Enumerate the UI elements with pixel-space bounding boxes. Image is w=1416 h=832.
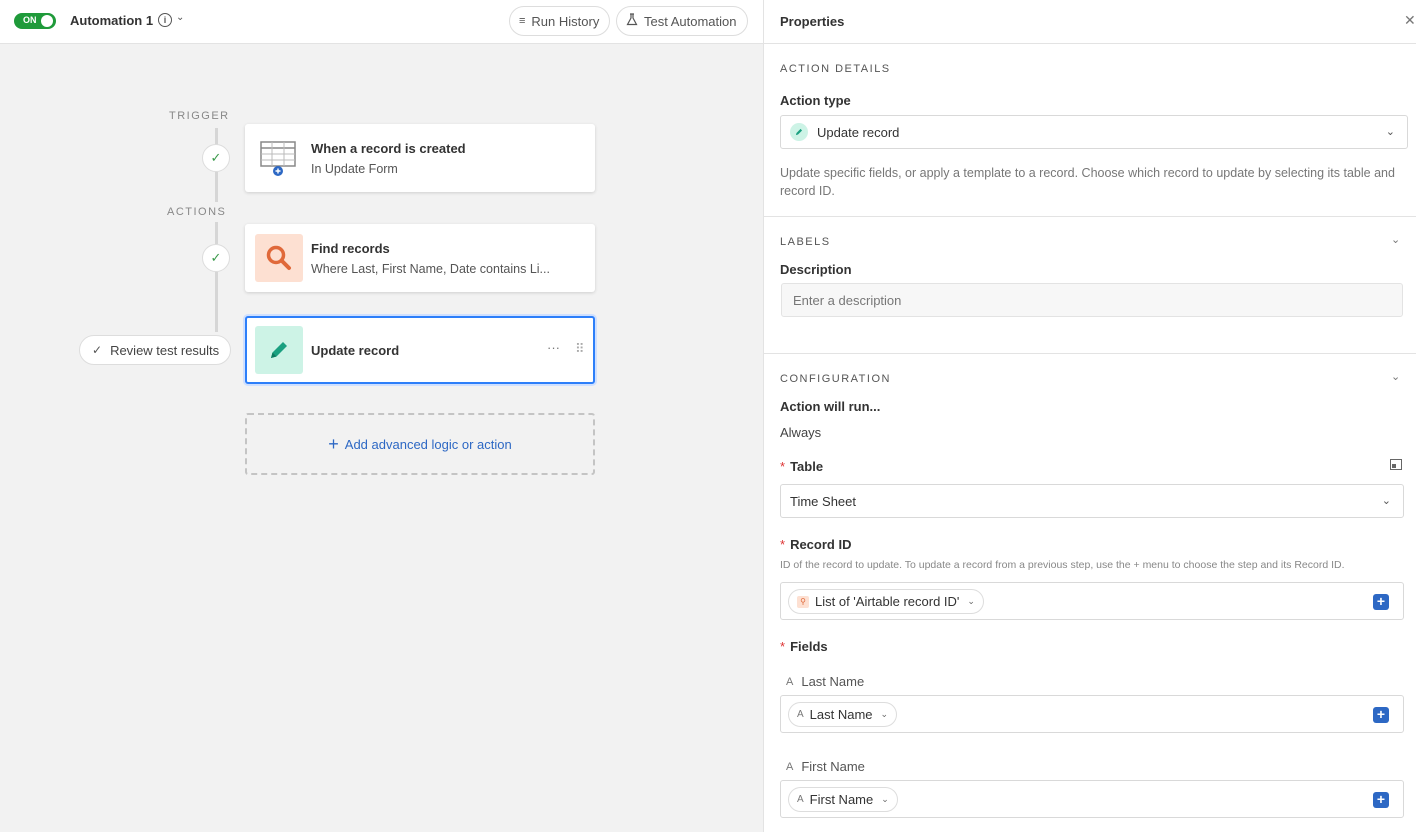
description-input[interactable]: Enter a description [781, 283, 1403, 317]
trigger-check-icon: ✓ [202, 144, 230, 172]
record-id-help: ID of the record to update. To update a … [780, 559, 1345, 571]
text-field-icon: A [786, 760, 794, 773]
action-details-caption: ACTION DETAILS [780, 63, 891, 75]
chevron-down-icon: ⌄ [1385, 126, 1395, 138]
insert-plus-button[interactable]: + [1373, 707, 1389, 723]
labels-caption: LABELS [780, 236, 831, 248]
review-label: Review test results [110, 342, 220, 358]
record-id-field[interactable]: ⚲ List of 'Airtable record ID' ⌄ + [780, 582, 1404, 620]
toggle-label: ON [23, 15, 37, 25]
run-history-label: Run History [531, 13, 600, 29]
record-id-token[interactable]: ⚲ List of 'Airtable record ID' ⌄ [788, 589, 984, 614]
automation-canvas: ON Automation 1 i ⌄ ≡ Run History Test A… [0, 0, 763, 832]
text-field-icon: A [786, 675, 794, 688]
actions-section-label: ACTIONS [167, 206, 227, 218]
field-last-name-input[interactable]: A Last Name ⌄ + [780, 695, 1404, 733]
add-label: Add advanced logic or action [344, 436, 512, 452]
field-token-label: Last Name [809, 707, 873, 722]
flow-connector [215, 272, 218, 332]
flow-connector [215, 172, 218, 202]
run-history-button[interactable]: ≡ Run History [509, 6, 610, 36]
update-record-card[interactable]: Update record ··· ⠿ [245, 316, 595, 384]
properties-panel: Properties ✕ ACTION DETAILS Action type … [763, 0, 1416, 832]
field-first-name-input[interactable]: A First Name ⌄ + [780, 780, 1404, 818]
insert-plus-button[interactable]: + [1373, 594, 1389, 610]
drag-handle-icon[interactable]: ⠿ [575, 341, 585, 357]
find-records-card[interactable]: Find records Where Last, First Name, Dat… [245, 224, 595, 292]
trigger-card[interactable]: When a record is created In Update Form [245, 124, 595, 192]
field-token-label: First Name [809, 792, 874, 807]
action-runs-label: Action will run... [780, 399, 881, 414]
check-icon: ✓ [92, 343, 103, 357]
insert-plus-button[interactable]: + [1373, 792, 1389, 808]
pencil-icon [790, 123, 808, 141]
find-card-subtitle: Where Last, First Name, Date contains Li… [311, 262, 550, 276]
field-last-name-label: A Last Name [786, 674, 864, 689]
list-icon: ≡ [519, 15, 526, 27]
chevron-down-icon[interactable]: ⌄ [176, 12, 184, 23]
chevron-down-icon[interactable]: ⌄ [1391, 233, 1400, 246]
table-label: * Table [780, 459, 824, 474]
section-divider [764, 216, 1416, 217]
table-icon [255, 134, 303, 182]
field-token[interactable]: A First Name ⌄ [788, 787, 898, 812]
table-value: Time Sheet [790, 493, 856, 509]
test-automation-button[interactable]: Test Automation [616, 6, 748, 36]
record-id-token-label: List of 'Airtable record ID' [815, 594, 960, 609]
field-label-text: Last Name [801, 674, 865, 689]
table-label-text: Table [790, 459, 824, 474]
test-automation-label: Test Automation [644, 13, 737, 29]
record-id-label: * Record ID [780, 537, 852, 552]
fields-label-text: Fields [790, 639, 828, 654]
chevron-down-icon: ⌄ [881, 794, 889, 804]
more-options-icon[interactable]: ··· [547, 340, 560, 355]
configuration-caption: CONFIGURATION [780, 373, 891, 385]
flask-icon [626, 13, 638, 29]
find-card-title: Find records [311, 241, 390, 256]
pencil-icon [255, 326, 303, 374]
chevron-down-icon: ⌄ [967, 596, 975, 606]
section-divider [764, 353, 1416, 354]
field-token[interactable]: A Last Name ⌄ [788, 702, 898, 727]
find-check-icon: ✓ [202, 244, 230, 272]
trigger-card-title: When a record is created [311, 141, 466, 156]
automation-toolbar: ON Automation 1 i ⌄ ≡ Run History Test A… [0, 0, 763, 44]
trigger-card-subtitle: In Update Form [311, 162, 398, 176]
search-icon: ⚲ [797, 595, 809, 608]
expand-icon[interactable] [1390, 458, 1402, 473]
chevron-down-icon: ⌄ [1381, 495, 1391, 507]
fields-label: * Fields [780, 639, 828, 654]
description-label: Description [780, 262, 852, 277]
update-card-title: Update record [311, 343, 400, 358]
info-icon[interactable]: i [158, 13, 172, 27]
flow-connector [215, 222, 218, 244]
trigger-section-label: TRIGGER [169, 110, 230, 122]
close-icon[interactable]: ✕ [1404, 12, 1416, 29]
action-type-value: Update record [817, 124, 900, 140]
record-id-label-text: Record ID [790, 537, 852, 552]
action-type-help: Update specific fields, or apply a templ… [780, 166, 1395, 198]
add-logic-action-button[interactable]: + Add advanced logic or action [245, 413, 595, 475]
automation-on-toggle[interactable]: ON [14, 13, 56, 29]
panel-header: Properties ✕ [764, 0, 1416, 44]
review-test-results-button[interactable]: ✓ Review test results [79, 335, 231, 365]
chevron-down-icon: ⌄ [880, 709, 889, 719]
chevron-down-icon[interactable]: ⌄ [1391, 370, 1400, 383]
search-icon [255, 234, 303, 282]
plus-icon: + [328, 434, 339, 454]
action-runs-value[interactable]: Always [780, 425, 821, 440]
action-type-select[interactable]: Update record ⌄ [780, 115, 1408, 149]
table-select[interactable]: Time Sheet ⌄ [780, 484, 1404, 518]
toggle-knob [41, 15, 53, 27]
text-field-icon: A [797, 794, 804, 805]
field-label-text: First Name [801, 759, 865, 774]
panel-title: Properties [780, 14, 845, 29]
automation-name[interactable]: Automation 1 [70, 13, 153, 28]
action-type-label: Action type [780, 93, 851, 108]
text-field-icon: A [797, 709, 804, 720]
field-first-name-label: A First Name [786, 759, 865, 774]
